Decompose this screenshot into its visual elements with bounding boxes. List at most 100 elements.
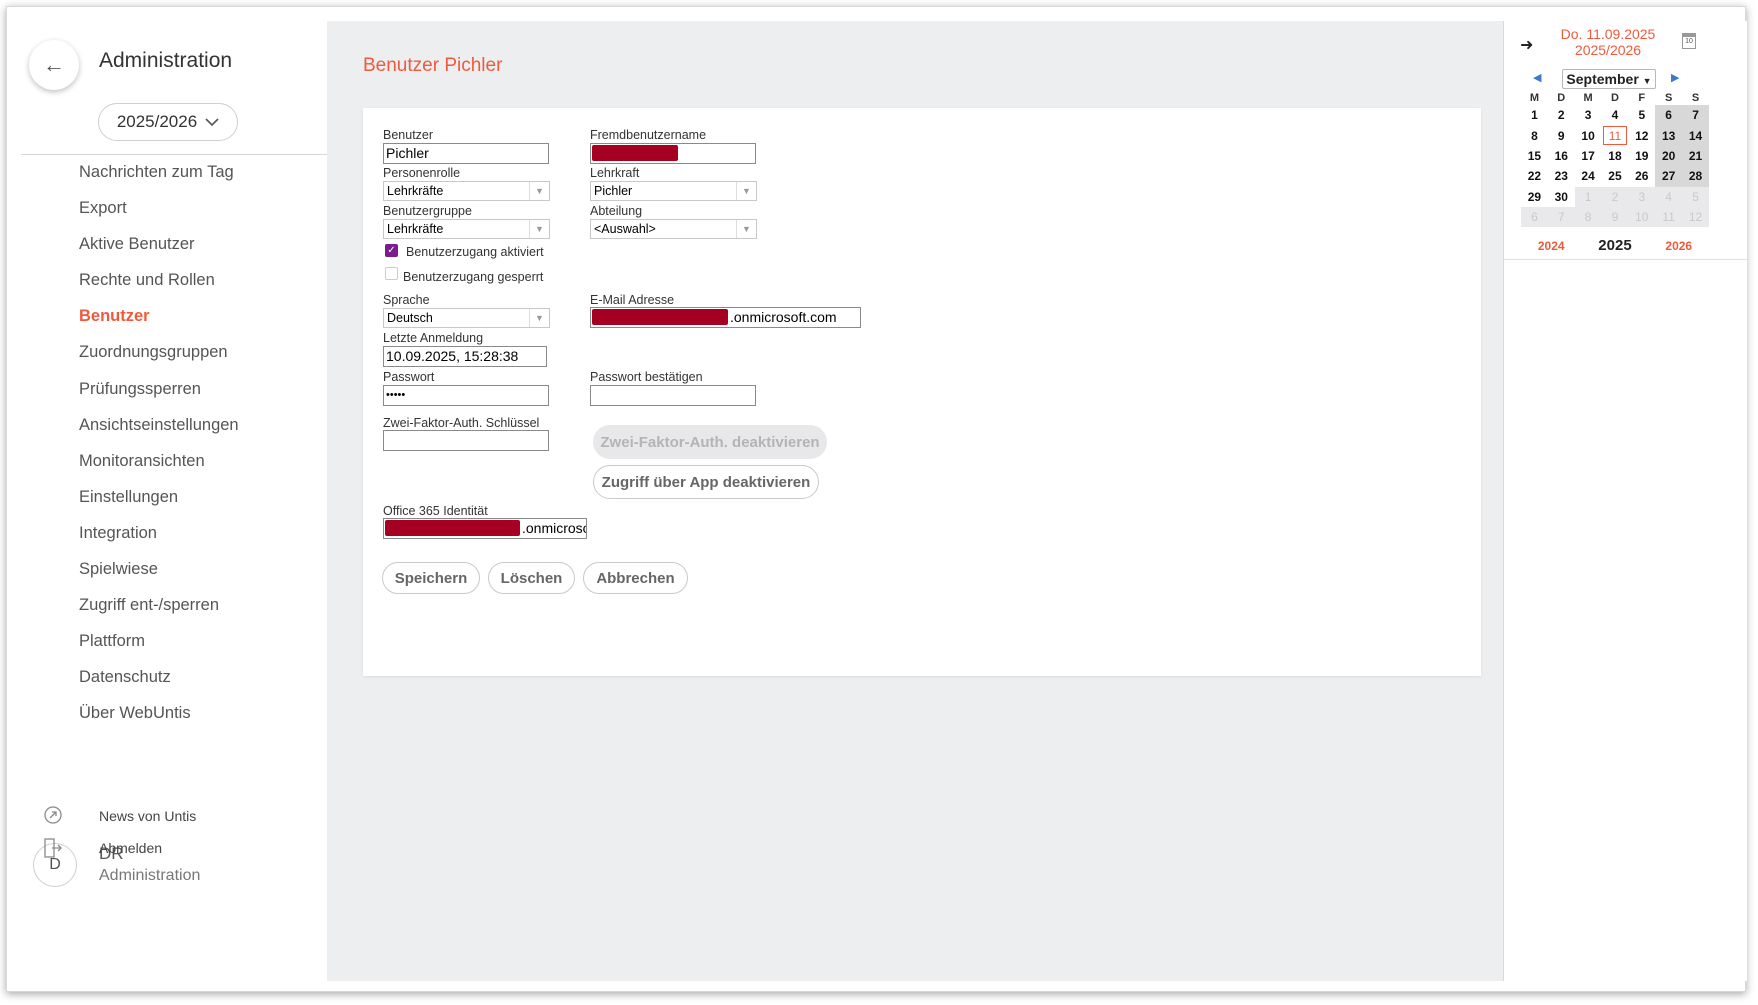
day-cell-other-month[interactable]: 8 xyxy=(1574,206,1602,228)
year-switcher: 2024 2025 2026 xyxy=(1521,237,1709,254)
day-cell[interactable]: 14 xyxy=(1682,125,1709,146)
abteilung-select[interactable]: <Auswahl> ▼ xyxy=(590,219,757,239)
day-cell-other-month[interactable]: 1 xyxy=(1574,186,1602,207)
nav-item-zugriff[interactable]: Zugriff ent-/sperren xyxy=(79,592,239,628)
day-cell-other-month[interactable]: 2 xyxy=(1601,186,1629,207)
day-cell[interactable]: 23 xyxy=(1548,166,1575,186)
day-cell[interactable]: 3 xyxy=(1575,105,1602,125)
day-cell[interactable]: 9 xyxy=(1548,125,1575,145)
nav-item-benutzer[interactable]: Benutzer xyxy=(79,303,239,339)
news-link[interactable]: News von Untis xyxy=(99,808,196,824)
delete-button[interactable]: Löschen xyxy=(488,562,575,594)
day-cell-other-month[interactable]: 7 xyxy=(1547,206,1575,228)
nav-item-integration[interactable]: Integration xyxy=(79,520,239,556)
day-cell-other-month[interactable]: 12 xyxy=(1682,206,1709,228)
day-cell[interactable]: 30 xyxy=(1548,187,1575,207)
nav-item-einstellungen[interactable]: Einstellungen xyxy=(79,484,239,520)
week-row: 6 7 8 9 10 11 12 xyxy=(1521,206,1709,228)
day-cell[interactable]: 10 xyxy=(1575,125,1602,145)
email-suffix: .onmicrosoft.com xyxy=(730,309,837,325)
calendar-icon[interactable]: 10 xyxy=(1682,33,1696,49)
day-cell[interactable]: 26 xyxy=(1628,166,1655,186)
school-year-select[interactable]: 2025/2026 xyxy=(98,103,238,141)
save-button[interactable]: Speichern xyxy=(382,562,480,594)
week-row: 1 2 3 4 5 6 7 xyxy=(1521,105,1709,126)
day-cell-other-month[interactable]: 4 xyxy=(1655,186,1683,207)
nav-item-aktive-benutzer[interactable]: Aktive Benutzer xyxy=(79,231,239,267)
day-cell[interactable]: 15 xyxy=(1521,146,1548,166)
day-cell[interactable]: 4 xyxy=(1602,105,1629,125)
current-date[interactable]: Do. 11.09.2025 2025/2026 xyxy=(1552,26,1664,58)
personenrolle-label: Personenrolle xyxy=(383,166,461,180)
day-cell[interactable]: 5 xyxy=(1628,105,1655,125)
email-field[interactable]: .onmicrosoft.com xyxy=(590,307,861,328)
redaction-block xyxy=(385,520,520,536)
day-cell-other-month[interactable]: 9 xyxy=(1601,206,1629,228)
day-cell[interactable]: 25 xyxy=(1602,166,1629,186)
next-year-link[interactable]: 2026 xyxy=(1665,239,1692,253)
day-cell[interactable]: 20 xyxy=(1655,145,1683,167)
nav-item-nachrichten[interactable]: Nachrichten zum Tag xyxy=(79,159,239,195)
day-cell[interactable]: 28 xyxy=(1682,166,1709,187)
nav-item-rechte-rollen[interactable]: Rechte und Rollen xyxy=(79,267,239,303)
day-cell[interactable]: 18 xyxy=(1602,146,1629,166)
day-cell[interactable]: 22 xyxy=(1521,166,1548,186)
day-cell[interactable]: 24 xyxy=(1575,166,1602,186)
calendar-divider xyxy=(1504,259,1748,260)
day-cell-other-month[interactable]: 5 xyxy=(1682,186,1709,207)
cancel-button[interactable]: Abbrechen xyxy=(583,562,688,594)
arrow-right-icon[interactable]: ➜ xyxy=(1520,35,1533,55)
main-content: Benutzer Pichler Benutzer Pichler Fremdb… xyxy=(327,21,1503,981)
day-cell[interactable]: 1 xyxy=(1521,105,1548,125)
zwei-faktor-label: Zwei-Faktor-Auth. Schlüssel xyxy=(383,416,540,430)
benutzergruppe-select[interactable]: Lehrkräfte ▼ xyxy=(383,219,550,239)
day-cell[interactable]: 12 xyxy=(1628,125,1655,145)
next-month-icon[interactable]: ▶ xyxy=(1671,71,1679,84)
prev-year-link[interactable]: 2024 xyxy=(1538,239,1565,253)
zwei-faktor-input[interactable] xyxy=(383,430,549,451)
nav-item-ansichtseinstellungen[interactable]: Ansichtseinstellungen xyxy=(79,412,239,448)
nav-item-monitoransichten[interactable]: Monitoransichten xyxy=(79,448,239,484)
day-cell-other-month[interactable]: 11 xyxy=(1655,206,1683,228)
lehrkraft-select[interactable]: Pichler ▼ xyxy=(590,181,757,201)
day-cell[interactable]: 16 xyxy=(1548,146,1575,166)
fremdbenutzername-input[interactable] xyxy=(590,143,756,164)
nav-item-zuordnungsgruppen[interactable]: Zuordnungsgruppen xyxy=(79,339,239,375)
day-cell[interactable]: 21 xyxy=(1682,145,1709,167)
office365-field[interactable]: .onmicroso xyxy=(383,518,587,539)
sprache-select[interactable]: Deutsch ▼ xyxy=(383,308,550,328)
day-cell[interactable]: 6 xyxy=(1655,105,1683,126)
prev-month-icon[interactable]: ◀ xyxy=(1533,71,1541,84)
day-cell[interactable]: 19 xyxy=(1628,146,1655,166)
day-cell[interactable]: 29 xyxy=(1521,187,1548,207)
back-button[interactable]: ← xyxy=(29,40,79,90)
passwort-input[interactable]: ••••• xyxy=(383,385,549,406)
personenrolle-select[interactable]: Lehrkräfte ▼ xyxy=(383,181,550,201)
day-cell-other-month[interactable]: 3 xyxy=(1628,186,1656,207)
day-cell[interactable]: 17 xyxy=(1575,146,1602,166)
nav-item-pruefungssperren[interactable]: Prüfungssperren xyxy=(79,376,239,412)
day-cell[interactable]: 7 xyxy=(1682,105,1709,126)
nav-item-plattform[interactable]: Plattform xyxy=(79,628,239,664)
deactivate-2fa-button[interactable]: Zwei-Faktor-Auth. deaktivieren xyxy=(593,425,827,459)
benutzergruppe-label: Benutzergruppe xyxy=(383,204,472,218)
user-form: Benutzer Pichler Fremdbenutzername Perso… xyxy=(363,108,1481,676)
deactivate-app-access-button[interactable]: Zugriff über App deaktivieren xyxy=(593,465,819,499)
zugang-gesperrt-checkbox[interactable] xyxy=(385,267,398,280)
day-cell[interactable]: 27 xyxy=(1655,166,1683,187)
logout-link[interactable]: Abmelden xyxy=(99,840,162,856)
zugang-aktiviert-checkbox[interactable]: ✓ xyxy=(385,244,398,257)
month-select[interactable]: September ▼ xyxy=(1562,69,1656,89)
nav-item-export[interactable]: Export xyxy=(79,195,239,231)
day-cell-today[interactable]: 11 xyxy=(1602,125,1629,145)
day-cell[interactable]: 13 xyxy=(1655,125,1683,146)
day-cell-other-month[interactable]: 6 xyxy=(1521,206,1548,228)
nav-item-spielwiese[interactable]: Spielwiese xyxy=(79,556,239,592)
benutzer-input[interactable]: Pichler xyxy=(383,143,549,164)
day-cell[interactable]: 2 xyxy=(1548,105,1575,125)
nav-item-datenschutz[interactable]: Datenschutz xyxy=(79,664,239,700)
day-cell[interactable]: 8 xyxy=(1521,125,1548,145)
nav-item-ueber-webuntis[interactable]: Über WebUntis xyxy=(79,700,239,736)
passwort-bestaetigen-input[interactable] xyxy=(590,385,756,406)
day-cell-other-month[interactable]: 10 xyxy=(1628,206,1656,228)
